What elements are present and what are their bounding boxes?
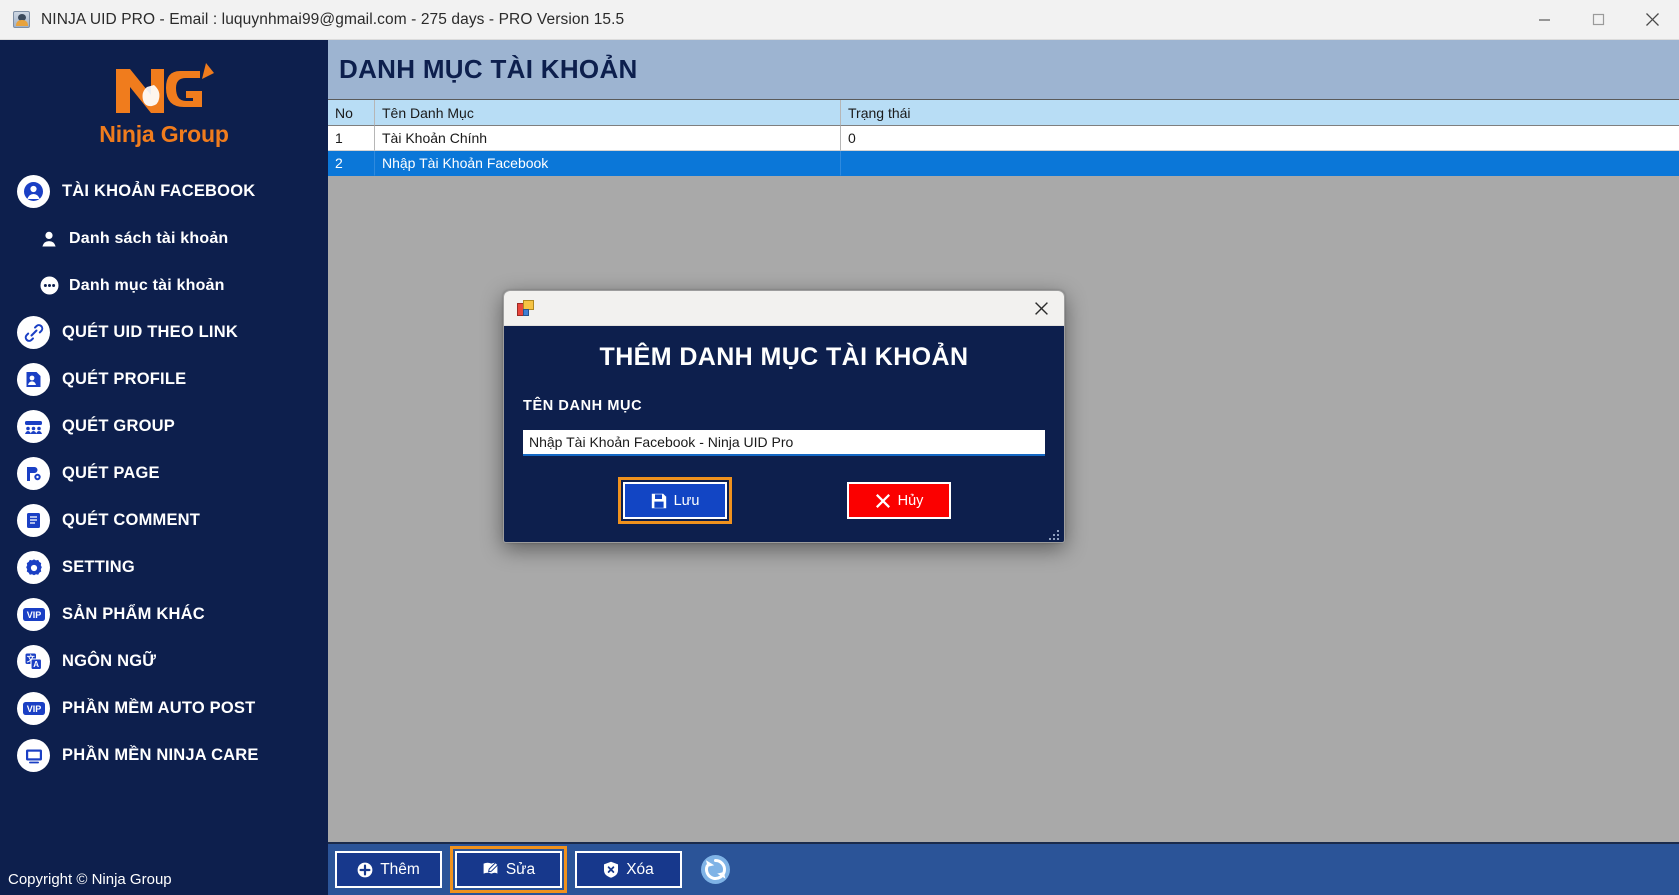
add-category-dialog: THÊM DANH MỤC TÀI KHOẢN TÊN DANH MỤC Lưu bbox=[503, 290, 1065, 543]
cancel-x-icon bbox=[875, 493, 890, 508]
sidebar-item-label: SETTING bbox=[62, 558, 135, 576]
sidebar-item-label: QUÉT UID THEO LINK bbox=[62, 323, 238, 341]
save-button-label: Lưu bbox=[673, 492, 700, 509]
edit-button-label: Sửa bbox=[505, 860, 536, 878]
dialog-close-icon[interactable] bbox=[1019, 291, 1064, 325]
cell-status: 0 bbox=[841, 126, 1679, 151]
sidebar-item-label: NGÔN NGỮ bbox=[62, 652, 157, 670]
sidebar-item-label: QUÉT COMMENT bbox=[62, 511, 201, 529]
svg-text:VIP: VIP bbox=[26, 610, 41, 620]
page-header: DANH MỤC TÀI KHOẢN bbox=[328, 40, 1679, 99]
cell-no: 1 bbox=[328, 126, 375, 151]
refresh-button[interactable] bbox=[698, 853, 732, 887]
page-flag-icon bbox=[17, 457, 50, 490]
cell-status bbox=[841, 151, 1679, 176]
plus-circle-icon bbox=[357, 862, 373, 877]
group-icon bbox=[17, 410, 50, 443]
add-button-label: Thêm bbox=[380, 860, 420, 878]
copyright-text: Copyright © Ninja Group bbox=[8, 871, 172, 888]
cell-name: Nhập Tài Khoản Facebook bbox=[375, 151, 841, 176]
user-circle-icon bbox=[17, 175, 50, 208]
cancel-button-label: Hủy bbox=[897, 492, 924, 509]
sidebar-item-label: PHẦN MỀN NINJA CARE bbox=[62, 746, 259, 764]
monitor-icon bbox=[17, 739, 50, 772]
ng-logo-icon bbox=[116, 63, 214, 113]
winform-icon bbox=[517, 300, 534, 316]
gear-icon bbox=[17, 551, 50, 584]
dots-icon bbox=[38, 275, 60, 297]
sidebar-item-label: QUÉT PAGE bbox=[62, 464, 160, 482]
sidebar-item-phan-men-ninja-care[interactable]: PHẦN MỀN NINJA CARE bbox=[0, 732, 328, 779]
column-header-name[interactable]: Tên Danh Mục bbox=[375, 100, 841, 126]
refresh-icon bbox=[700, 855, 730, 884]
sidebar-item-quet-group[interactable]: QUÉT GROUP bbox=[0, 403, 328, 450]
resize-grip-icon[interactable] bbox=[1049, 530, 1061, 542]
bottom-toolbar: Thêm Sửa Xóa bbox=[328, 842, 1679, 895]
sidebar-item-label: QUÉT PROFILE bbox=[62, 370, 187, 388]
sidebar-item-san-pham-khac[interactable]: VIP SẢN PHẨM KHÁC bbox=[0, 591, 328, 638]
vip-icon: VIP bbox=[17, 692, 50, 725]
sidebar-item-label: Danh sách tài khoản bbox=[69, 229, 229, 247]
close-icon[interactable] bbox=[1625, 0, 1679, 40]
dialog-body: THÊM DANH MỤC TÀI KHOẢN TÊN DANH MỤC Lưu bbox=[504, 326, 1064, 542]
table-row[interactable]: 1 Tài Khoản Chính 0 bbox=[328, 126, 1679, 151]
category-name-label: TÊN DANH MỤC bbox=[523, 398, 643, 414]
sidebar-item-danh-sach-tai-khoan[interactable]: Danh sách tài khoản bbox=[0, 215, 328, 262]
cancel-button[interactable]: Hủy bbox=[847, 482, 951, 519]
translate-icon: 文A bbox=[17, 645, 50, 678]
sidebar-item-phan-mem-auto-post[interactable]: VIP PHẦN MỀM AUTO POST bbox=[0, 685, 328, 732]
save-button[interactable]: Lưu bbox=[618, 477, 732, 524]
cell-name: Tài Khoản Chính bbox=[375, 126, 841, 151]
delete-button-label: Xóa bbox=[626, 860, 654, 878]
page-title: DANH MỤC TÀI KHOẢN bbox=[339, 54, 638, 84]
sidebar-item-label: QUÉT GROUP bbox=[62, 417, 175, 435]
window-title: NINJA UID PRO - Email : luquynhmai99@gma… bbox=[41, 10, 625, 28]
table-row[interactable]: 2 Nhập Tài Khoản Facebook bbox=[328, 151, 1679, 176]
sidebar-item-ngon-ngu[interactable]: 文A NGÔN NGỮ bbox=[0, 638, 328, 685]
shield-delete-icon bbox=[604, 861, 619, 878]
save-floppy-icon bbox=[651, 493, 666, 508]
column-header-no[interactable]: No bbox=[328, 100, 375, 126]
dialog-actions: Lưu Hủy bbox=[523, 477, 1045, 524]
sidebar-item-tai-khoan-facebook[interactable]: TÀI KHOẢN FACEBOOK bbox=[0, 168, 328, 215]
maximize-icon[interactable] bbox=[1571, 0, 1625, 40]
logo-text: Ninja Group bbox=[99, 121, 229, 147]
sidebar-item-label: TÀI KHOẢN FACEBOOK bbox=[62, 182, 256, 200]
sidebar-item-quet-page[interactable]: QUÉT PAGE bbox=[0, 450, 328, 497]
dialog-title: THÊM DANH MỤC TÀI KHOẢN bbox=[599, 343, 969, 371]
sidebar: Ninja Group TÀI KHOẢN FACEBOOK Danh sách… bbox=[0, 40, 328, 895]
column-header-status[interactable]: Trạng thái bbox=[841, 100, 1679, 126]
sidebar-menu: TÀI KHOẢN FACEBOOK Danh sách tài khoản D… bbox=[0, 168, 328, 779]
svg-text:A: A bbox=[33, 660, 39, 669]
edit-button[interactable]: Sửa bbox=[450, 846, 567, 893]
sidebar-item-quet-uid-theo-link[interactable]: QUÉT UID THEO LINK bbox=[0, 309, 328, 356]
svg-text:VIP: VIP bbox=[26, 704, 41, 714]
add-button[interactable]: Thêm bbox=[335, 851, 442, 888]
link-icon bbox=[17, 316, 50, 349]
sidebar-item-label: PHẦN MỀM AUTO POST bbox=[62, 699, 256, 717]
logo: Ninja Group bbox=[0, 40, 328, 148]
sidebar-item-label: SẢN PHẨM KHÁC bbox=[62, 605, 205, 623]
table-header-row: No Tên Danh Mục Trạng thái bbox=[328, 100, 1679, 126]
category-name-input[interactable] bbox=[523, 430, 1045, 456]
person-icon bbox=[38, 228, 60, 250]
sidebar-item-quet-profile[interactable]: QUÉT PROFILE bbox=[0, 356, 328, 403]
window-controls bbox=[1517, 0, 1679, 40]
window-titlebar: NINJA UID PRO - Email : luquynhmai99@gma… bbox=[0, 0, 1679, 40]
sidebar-item-label: Danh mục tài khoản bbox=[69, 276, 225, 294]
vip-icon: VIP bbox=[17, 598, 50, 631]
delete-button[interactable]: Xóa bbox=[575, 851, 682, 888]
dialog-titlebar bbox=[504, 291, 1064, 326]
edit-pencil-icon bbox=[483, 861, 499, 874]
document-icon bbox=[17, 504, 50, 537]
cell-no: 2 bbox=[328, 151, 375, 176]
category-table: No Tên Danh Mục Trạng thái 1 Tài Khoản C… bbox=[328, 99, 1679, 176]
minimize-icon[interactable] bbox=[1517, 0, 1571, 40]
application-window: NINJA UID PRO - Email : luquynhmai99@gma… bbox=[0, 0, 1679, 895]
ninja-app-icon bbox=[13, 11, 30, 28]
sidebar-item-danh-muc-tai-khoan[interactable]: Danh mục tài khoản bbox=[0, 262, 328, 309]
profile-card-icon bbox=[17, 363, 50, 396]
sidebar-item-setting[interactable]: SETTING bbox=[0, 544, 328, 591]
sidebar-item-quet-comment[interactable]: QUÉT COMMENT bbox=[0, 497, 328, 544]
